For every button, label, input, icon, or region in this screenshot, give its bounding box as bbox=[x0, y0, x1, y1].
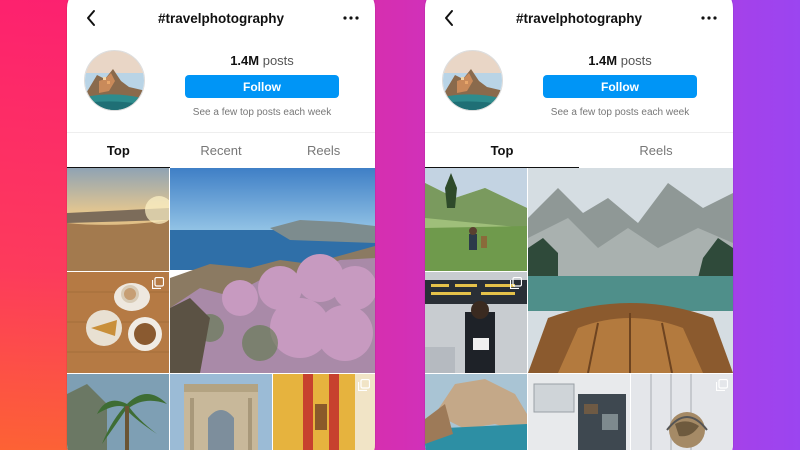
nav-bar: #travelphotography bbox=[425, 0, 733, 36]
post-thumbnail[interactable] bbox=[67, 374, 169, 450]
tab-reels[interactable]: Reels bbox=[579, 133, 733, 168]
back-button[interactable] bbox=[439, 8, 459, 28]
page-title: #travelphotography bbox=[157, 10, 285, 26]
posts-count: 1.4M posts bbox=[185, 53, 339, 68]
back-button[interactable] bbox=[81, 8, 101, 28]
phone-screen-right: #travelphotography 1.4M posts Follow See… bbox=[425, 0, 733, 450]
multiple-posts-icon bbox=[358, 379, 370, 391]
posts-count: 1.4M posts bbox=[543, 53, 697, 68]
more-horizontal-icon bbox=[701, 16, 717, 20]
post-thumbnail[interactable] bbox=[67, 168, 169, 271]
hashtag-header: 1.4M posts Follow See a few top posts ea… bbox=[425, 36, 733, 132]
post-thumbnail[interactable] bbox=[170, 168, 375, 373]
content-tabs: Top Reels bbox=[425, 132, 733, 168]
tab-reels[interactable]: Reels bbox=[272, 133, 375, 168]
follow-button[interactable]: Follow bbox=[543, 75, 697, 98]
top-posts-note: See a few top posts each week bbox=[550, 107, 690, 118]
posts-count-label: posts bbox=[620, 53, 652, 68]
hashtag-avatar bbox=[442, 50, 503, 111]
follow-button[interactable]: Follow bbox=[185, 75, 339, 98]
posts-count-value: 1.4M bbox=[588, 53, 621, 68]
multiple-posts-icon bbox=[152, 277, 164, 289]
post-thumbnail[interactable] bbox=[273, 374, 375, 450]
hashtag-avatar bbox=[84, 50, 145, 111]
post-thumbnail[interactable] bbox=[528, 168, 733, 373]
multiple-posts-icon bbox=[716, 379, 728, 391]
post-thumbnail[interactable] bbox=[425, 374, 527, 450]
more-options-button[interactable] bbox=[699, 8, 719, 28]
multiple-posts-icon bbox=[510, 277, 522, 289]
post-grid bbox=[67, 168, 375, 450]
hashtag-header: 1.4M posts Follow See a few top posts ea… bbox=[67, 36, 375, 132]
phone-screen-left: #travelphotography 1.4M posts Follow See… bbox=[67, 0, 375, 450]
chevron-left-icon bbox=[445, 10, 453, 26]
post-thumbnail[interactable] bbox=[425, 272, 527, 373]
tab-top[interactable]: Top bbox=[67, 133, 170, 168]
post-thumbnail[interactable] bbox=[425, 168, 527, 271]
post-thumbnail[interactable] bbox=[67, 272, 169, 373]
post-thumbnail[interactable] bbox=[170, 374, 272, 450]
more-options-button[interactable] bbox=[341, 8, 361, 28]
post-thumbnail[interactable] bbox=[528, 374, 630, 450]
page-title: #travelphotography bbox=[515, 10, 643, 26]
posts-count-value: 1.4M bbox=[230, 53, 263, 68]
nav-bar: #travelphotography bbox=[67, 0, 375, 36]
post-grid bbox=[425, 168, 733, 450]
content-tabs: Top Recent Reels bbox=[67, 132, 375, 168]
more-horizontal-icon bbox=[343, 16, 359, 20]
tab-recent[interactable]: Recent bbox=[170, 133, 273, 168]
top-posts-note: See a few top posts each week bbox=[192, 107, 332, 118]
posts-count-label: posts bbox=[262, 53, 294, 68]
tab-top[interactable]: Top bbox=[425, 133, 579, 168]
post-thumbnail[interactable] bbox=[631, 374, 733, 450]
chevron-left-icon bbox=[87, 10, 95, 26]
